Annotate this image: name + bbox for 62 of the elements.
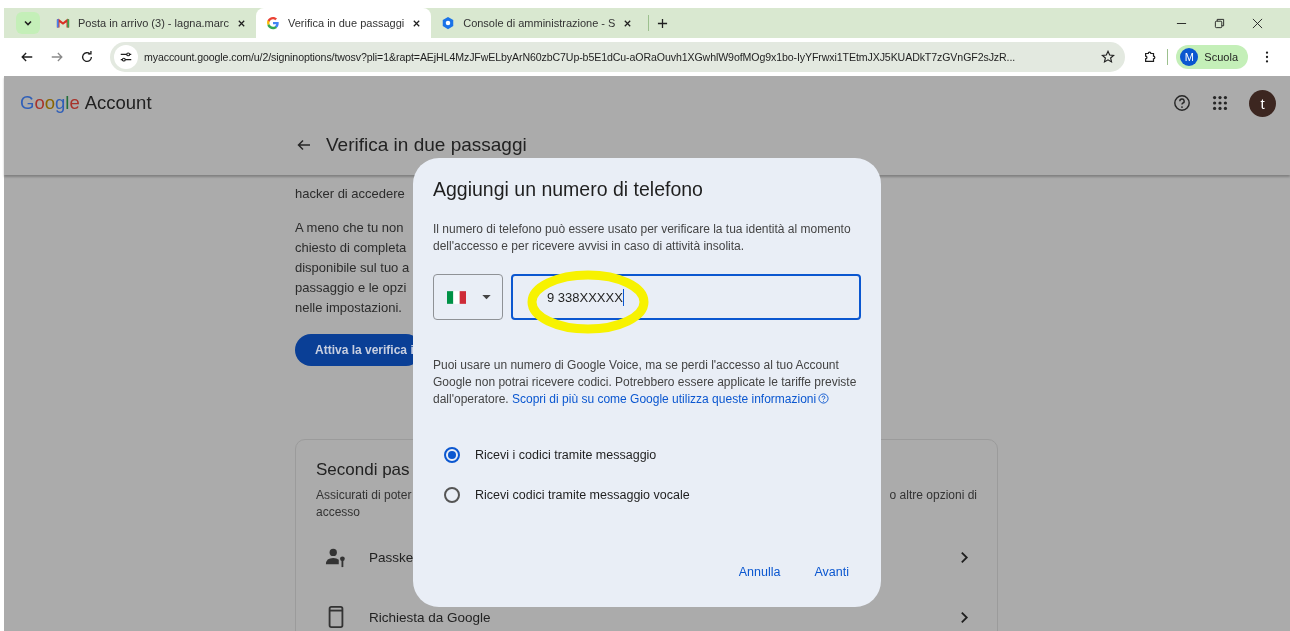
apps-grid-icon[interactable] (1211, 94, 1229, 112)
page-title: Verifica in due passaggi (326, 134, 527, 156)
radio-button[interactable] (444, 447, 460, 463)
chevron-down-icon (23, 18, 33, 28)
description-text: disponibile sul tuo a (295, 259, 410, 277)
dialog-button[interactable]: Annulla (726, 559, 793, 585)
radio-label[interactable]: Ricevi i codici tramite messaggio (475, 448, 657, 462)
country-select[interactable] (433, 274, 503, 320)
description-text: passaggio e le opzi (295, 279, 407, 297)
option-label[interactable]: Richiesta da Google (369, 609, 960, 625)
help-icon[interactable] (818, 393, 830, 404)
profile-chip[interactable]: M Scuola (1176, 45, 1248, 69)
site-settings-icon[interactable] (114, 45, 138, 69)
chevron-right-icon[interactable] (960, 550, 969, 564)
tab-title: Verifica in due passaggi (288, 17, 405, 29)
chevron-right-icon[interactable] (960, 610, 969, 624)
tab-search-button[interactable] (16, 12, 40, 34)
forward-arrow-icon[interactable] (50, 50, 64, 64)
account-avatar[interactable]: t (1249, 89, 1276, 117)
close-icon[interactable] (237, 18, 246, 28)
url-text: myaccount.google.com/u/2/signinoptions/twosv?pli=1&rapt=AEjHL4MzJFwELbyArN60zbC7Up-b5E1dCu-aORaOuvh1XGwhlW9ofMOg9x1bo-IyYFrwxi1TEtmJXJ5KUADkT7zGVnGF2sJzR... (144, 51, 1016, 63)
browser-tab[interactable]: Verifica in due passaggi (256, 8, 432, 38)
tab-title: Console di amministrazione - S (463, 17, 616, 29)
flag-icon (447, 290, 466, 304)
puzzle-piece-icon[interactable] (1143, 50, 1158, 64)
description-text: hacker di accedere (295, 185, 405, 203)
card-subtitle: o altre opzioni di (889, 488, 977, 502)
learn-more-link[interactable]: Scopri di più su come Google utilizza queste informazioni (512, 392, 817, 406)
back-arrow-icon[interactable] (20, 50, 34, 64)
dialog-button[interactable]: Avanti (802, 559, 861, 585)
restore-icon[interactable] (1214, 17, 1225, 29)
google-g-icon (266, 16, 280, 30)
hexagon-icon (441, 16, 456, 30)
description-text: A meno che tu non (295, 219, 404, 237)
dialog-note: Puoi usare un numero di Google Voice, ma se perdi l'accesso al tuo Account Google non potrai ricevere codici. Potrebbero essere applicate le tariffe previste dall'operatore. Scopri di più su come Google utilizza queste informazioni (433, 357, 858, 408)
card-subtitle: Assicurati di poter (316, 488, 412, 502)
description-text: chiesto di completa (295, 239, 407, 257)
card-title: Secondi pas (316, 460, 410, 480)
help-icon[interactable] (1173, 94, 1191, 112)
google-account-logo[interactable]: Google Account (20, 92, 152, 114)
address-bar[interactable]: myaccount.google.com/u/2/signinoptions/twosv?pli=1&rapt=AEjHL4MzJFwELbyArN60zbC7Up-b5E1dCu-aORaOuvh1XGwhlW9ofMOg9x1bo-IyYFrwxi1TEtmJXJ5KUADkT7zGVnGF2sJzR... (110, 42, 1126, 72)
radio-label[interactable]: Ricevi codici tramite messaggio vocale (475, 488, 690, 502)
radio-button[interactable] (444, 487, 460, 503)
browser-tab[interactable]: Posta in arrivo (3) - lagna.marc (46, 8, 256, 38)
description-text: nelle impostazioni. (295, 299, 402, 317)
tab-title: Posta in arrivo (3) - lagna.marc (78, 17, 229, 29)
mail-icon (56, 16, 70, 30)
person-key-icon (325, 546, 347, 568)
close-icon[interactable] (1252, 17, 1263, 29)
new-tab-icon[interactable] (657, 17, 669, 29)
browser-tab[interactable]: Console di amministrazione - S (431, 8, 643, 38)
close-icon[interactable] (623, 18, 633, 28)
profile-label: Scuola (1204, 51, 1238, 63)
bookmark-star-icon[interactable] (1101, 50, 1116, 64)
reload-icon[interactable] (80, 50, 94, 64)
dialog-title: Aggiungi un numero di telefono (433, 178, 704, 201)
phone-input-field[interactable]: 9 338XXXXX (511, 274, 861, 320)
card-subtitle: accesso (316, 505, 362, 519)
close-icon[interactable] (412, 18, 422, 28)
profile-avatar: M (1180, 48, 1199, 66)
dialog-description: Il numero di telefono può essere usato per verificare la tua identità al momento dell'accesso e per ricevere avvisi in caso di attività insolita. (433, 221, 852, 254)
caret-icon (482, 294, 491, 300)
